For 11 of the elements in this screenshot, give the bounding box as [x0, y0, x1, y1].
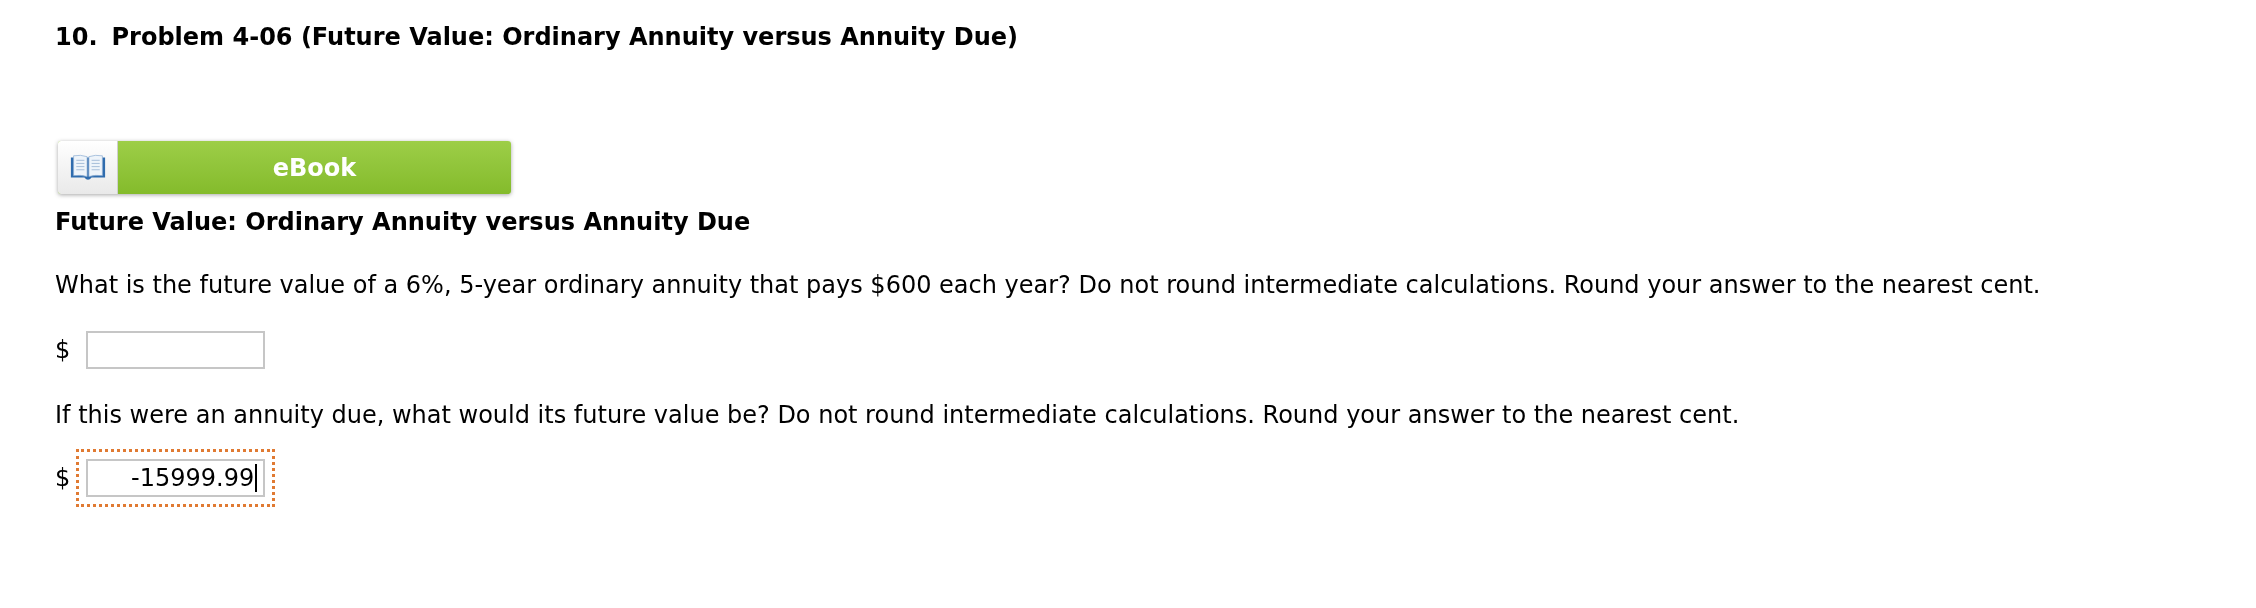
- text-cursor-icon: [255, 464, 258, 492]
- problem-title: Problem 4-06 (Future Value: Ordinary Annuity versus Annuity Due): [111, 22, 1019, 53]
- answer-field[interactable]: -15999.99: [86, 459, 266, 497]
- question-text: If this were an annuity due, what would its future value be? Do not round intermediate calculations. Round your answer to the nearest cent.: [55, 400, 1740, 431]
- problem-number: 10.: [55, 22, 98, 53]
- book-icon: [58, 141, 118, 194]
- question-text: What is the future value of a 6%, 5-year ordinary annuity that pays $600 each year? Do not round intermediate calculations. Round your answer to the nearest cent.: [55, 270, 2041, 301]
- currency-symbol: $: [55, 463, 71, 493]
- answer-field[interactable]: [86, 331, 266, 369]
- currency-symbol: $: [55, 335, 71, 365]
- section-heading: Future Value: Ordinary Annuity versus Annuity Due: [55, 207, 751, 238]
